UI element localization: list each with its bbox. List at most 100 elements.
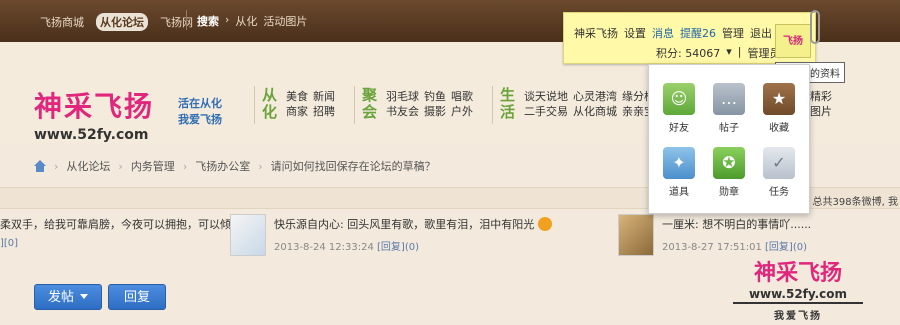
breadcrumb-separator: › <box>182 159 188 173</box>
user-avatar[interactable]: 飞扬 <box>775 24 811 58</box>
feed-meta: ][0] <box>0 238 18 249</box>
menu-props[interactable]: ✦ 道具 <box>659 147 699 198</box>
menu-medals[interactable]: ✪ 勋章 <box>709 147 749 198</box>
menu-posts[interactable]: … 帖子 <box>709 83 749 134</box>
watermark: 神采飞扬 www.52fy.com 我爱飞扬 <box>733 255 863 322</box>
cat-item-chat[interactable]: 谈天说地 <box>524 89 568 104</box>
header-divider <box>354 86 355 124</box>
reply-button[interactable]: 回复 <box>108 284 166 310</box>
feed-reply-link[interactable]: [回复] <box>377 242 405 253</box>
menu-label: 帖子 <box>719 123 739 134</box>
search-link[interactable]: 搜索 <box>197 13 219 29</box>
cat-item-fishing[interactable]: 钓鱼 <box>424 89 446 104</box>
username-link[interactable]: 神采飞扬 <box>574 25 618 41</box>
messages-link[interactable]: 消息 <box>652 25 674 41</box>
cat-item-outdoor[interactable]: 户外 <box>451 104 473 119</box>
feed-text: 快乐源自内心: 回头风里有歌，歌里有泪，泪中有阳光 <box>274 216 552 232</box>
watermark-url: www.52fy.com <box>748 287 848 301</box>
category-head-gathering[interactable]: 聚会 <box>362 87 380 121</box>
feed-avatar[interactable] <box>618 214 654 256</box>
cat-item-mall[interactable]: 从化商城 <box>573 104 617 119</box>
top-breadcrumb: 搜索 › 从化 活动图片 <box>197 13 307 29</box>
points-display[interactable]: 积分: 54067 <box>656 45 720 61</box>
breadcrumb-office[interactable]: 飞扬办公室 <box>195 158 250 174</box>
feed-meta: 2013-8-24 12:33:24 [回复](0) <box>274 238 419 253</box>
feed-text: 一厘米: 想不明白的事情吖...... <box>662 218 812 231</box>
chevron-down-icon[interactable]: ▾ <box>726 45 732 61</box>
watermark-line <box>733 302 863 304</box>
posts-icon: … <box>713 83 745 115</box>
crumb-activity-photos[interactable]: 活动图片 <box>263 13 307 29</box>
cat-item-food[interactable]: 美食 <box>286 89 308 104</box>
category-head-conghua[interactable]: 从化 <box>262 87 280 121</box>
magic-wand-icon: ✦ <box>663 147 695 179</box>
cat-item-wonderful[interactable]: 精彩 <box>810 89 832 104</box>
logout-link[interactable]: 退出 <box>750 25 772 41</box>
task-check-icon: ✓ <box>763 147 795 179</box>
menu-tasks[interactable]: ✓ 任务 <box>759 147 799 198</box>
cat-item-news[interactable]: 新闻 <box>313 89 335 104</box>
logo-text: 神采飞扬 <box>34 90 155 123</box>
nav-mall[interactable]: 飞扬商城 <box>36 13 88 31</box>
breadcrumb-internal[interactable]: 内务管理 <box>131 158 175 174</box>
new-post-button[interactable]: 发帖 <box>34 284 102 310</box>
feed-avatar[interactable] <box>230 214 266 256</box>
cat-item-badminton[interactable]: 羽毛球 <box>386 89 419 104</box>
crumb-arrow: › <box>225 13 230 26</box>
settings-link[interactable]: 设置 <box>624 25 646 41</box>
feed-reply-link[interactable]: [回复] <box>765 242 793 253</box>
feed-reply-count[interactable]: (0) <box>793 242 807 253</box>
chevron-down-icon <box>80 294 88 299</box>
user-panel: 神采飞扬 设置 消息 提醒26 管理 退出 积分: 54067 ▾ | 管理员 … <box>563 12 816 64</box>
reminders-link[interactable]: 提醒26 <box>680 25 716 41</box>
cat-item-singing[interactable]: 唱歌 <box>451 89 473 104</box>
crumb-conghua[interactable]: 从化 <box>235 13 257 29</box>
breadcrumb: › 从化论坛 › 内务管理 › 飞扬办公室 › 请问如何找回保存在论坛的草稿？ <box>34 158 436 174</box>
cat-item-heart[interactable]: 心灵港湾 <box>573 89 617 104</box>
breadcrumb-separator: › <box>118 159 123 173</box>
star-icon: ★ <box>763 83 795 115</box>
paperclip-icon <box>810 10 820 44</box>
header-divider <box>492 86 493 124</box>
slogan-line-1: 活在从化 <box>178 97 222 110</box>
smile-emoji-icon <box>537 217 552 231</box>
cat-item-pictures[interactable]: 图片 <box>810 104 832 119</box>
microblog-stats: 总共398条微博, 我 <box>812 197 898 208</box>
category-head-life[interactable]: 生活 <box>500 87 518 121</box>
admin-link[interactable]: 管理 <box>722 25 744 41</box>
menu-favorites[interactable]: ★ 收藏 <box>759 83 799 134</box>
cat-item-jobs[interactable]: 招聘 <box>313 104 335 119</box>
feed-reply-count[interactable]: [0] <box>4 238 18 249</box>
menu-label: 道具 <box>669 187 689 198</box>
friends-icon: ☺ <box>663 83 695 115</box>
menu-label: 任务 <box>769 187 789 198</box>
cat-item-photography[interactable]: 摄影 <box>424 104 446 119</box>
nav-divider <box>186 10 187 30</box>
breadcrumb-forum[interactable]: 从化论坛 <box>66 158 110 174</box>
cat-item-secondhand[interactable]: 二手交易 <box>524 104 568 119</box>
feed-time: 2013-8-27 17:51:01 <box>662 242 762 253</box>
header-divider <box>254 86 255 124</box>
slogan: 活在从化 我爱飞扬 <box>178 96 222 128</box>
top-nav: 飞扬商城 从化论坛 飞扬网 <box>36 13 197 31</box>
medal-icon: ✪ <box>713 147 745 179</box>
watermark-text: 神采飞扬 <box>753 261 842 286</box>
menu-label: 好友 <box>669 123 689 134</box>
home-icon[interactable] <box>34 160 46 172</box>
feed-meta: 2013-8-27 17:51:01 [回复](0) <box>662 238 807 253</box>
site-logo[interactable]: 神采飞扬 www.52fy.com <box>34 85 154 143</box>
menu-label: 勋章 <box>719 187 739 198</box>
menu-friends[interactable]: ☺ 好友 <box>659 83 699 134</box>
breadcrumb-separator: › <box>54 159 59 173</box>
nav-feiyang[interactable]: 飞扬网 <box>156 13 197 31</box>
breadcrumb-thread-title: 请问如何找回保存在论坛的草稿？ <box>270 160 436 173</box>
feed-reply-count[interactable]: (0) <box>405 242 419 253</box>
cat-item-book-club[interactable]: 书友会 <box>386 104 419 119</box>
feed-time: 2013-8-24 12:33:24 <box>274 242 374 253</box>
watermark-sub: 我爱飞扬 <box>774 311 822 322</box>
feed-text: 柔双手，给我可靠肩膀，今夜可以拥抱，可以倾 <box>0 218 231 231</box>
nav-forum[interactable]: 从化论坛 <box>96 13 148 31</box>
cat-item-merchants[interactable]: 商家 <box>286 104 308 119</box>
logo-url: www.52fy.com <box>34 127 149 143</box>
panel-separator: | <box>737 45 742 58</box>
